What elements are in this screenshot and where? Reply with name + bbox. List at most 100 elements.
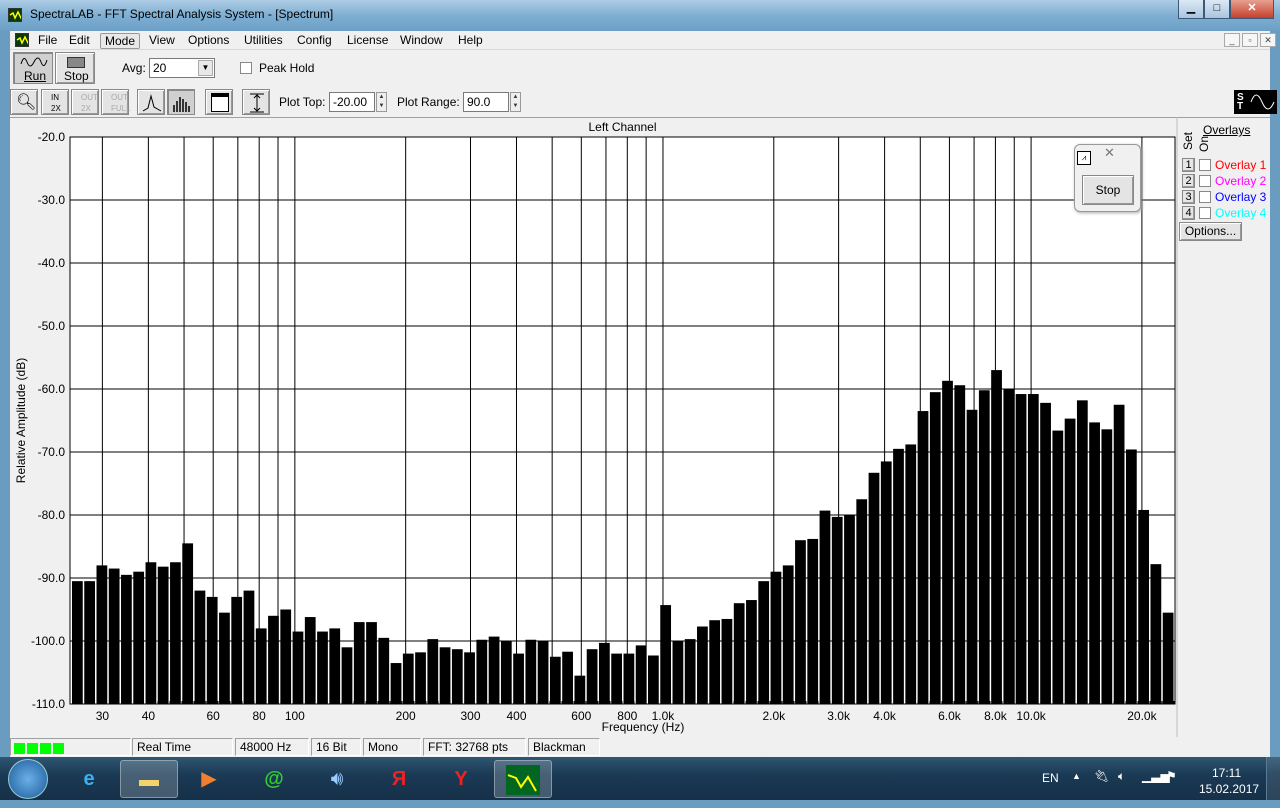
spectrum-bar (427, 639, 439, 704)
plot-range-input[interactable]: 90.0 (463, 92, 509, 112)
taskbar-explorer-icon[interactable]: ▬ (120, 760, 178, 798)
spectrum-bar (439, 647, 451, 704)
taskbar-mail-agent-icon[interactable]: @ (245, 760, 303, 798)
start-button[interactable] (8, 759, 48, 799)
scale-button[interactable] (242, 89, 270, 115)
spectrum-bar (121, 574, 132, 704)
line-mode-button[interactable] (137, 89, 165, 115)
spectrum-bar (1150, 564, 1162, 704)
run-button[interactable]: Run (13, 52, 53, 84)
peak-hold-checkbox[interactable] (240, 62, 252, 74)
language-indicator[interactable]: EN (1042, 771, 1059, 785)
panel-icon: ⩘ (1077, 151, 1091, 165)
spectrum-bar (206, 596, 218, 704)
mdi-minimize-button[interactable]: _ (1224, 33, 1240, 47)
maximize-button[interactable]: □ (1204, 0, 1230, 19)
menu-help[interactable]: Help (454, 33, 487, 49)
signal-type-button[interactable]: S T (1234, 90, 1277, 114)
stop-button[interactable]: Stop (55, 52, 95, 84)
status-bits: 16 Bit (311, 738, 361, 756)
level-meter (10, 738, 131, 756)
spectrum-bar (942, 380, 953, 704)
x-tick-label: 3.0k (827, 709, 851, 723)
taskbar-yandex-icon[interactable]: Я (370, 760, 428, 798)
menu-window[interactable]: Window (396, 33, 447, 49)
spectrum-bar (317, 631, 328, 704)
spectrum-bar (268, 615, 279, 704)
spectrum-bar (415, 652, 426, 704)
status-channels: Mono (363, 738, 421, 756)
zoom-in-button[interactable]: IN 2X (41, 89, 69, 115)
sine-icon (20, 57, 48, 67)
plot-top-spinner[interactable]: ▲ ▼ (376, 92, 387, 112)
clock-date[interactable]: 15.02.2017 (1199, 782, 1259, 796)
show-hidden-icons[interactable]: ▲ (1072, 771, 1081, 781)
spectrum-bar (672, 641, 684, 704)
stop-icon (67, 57, 85, 68)
menu-edit[interactable]: Edit (65, 33, 94, 49)
zoom-full-icon: OUT FULL (111, 93, 131, 113)
taskbar-speaker-app-icon[interactable]: 🔊︎ (308, 760, 366, 798)
avg-label: Avg: (122, 61, 146, 75)
mdi-restore-button[interactable]: ▫ (1242, 33, 1258, 47)
zoom-full-button[interactable]: OUT FULL (101, 89, 131, 115)
overlay-set-button-2[interactable]: 2 (1182, 174, 1195, 188)
app-icon[interactable] (8, 8, 22, 22)
menu-mode[interactable]: Mode (100, 33, 141, 49)
overlay-options-button[interactable]: Options... (1179, 222, 1242, 241)
spectrum-bar (831, 516, 843, 704)
display-settings-button[interactable] (205, 89, 233, 115)
action-center-icon[interactable]: ⚑ (1166, 769, 1177, 783)
stop-label: Stop (64, 69, 89, 83)
chevron-down-icon[interactable]: ▼ (198, 60, 213, 76)
zoom-out-button[interactable]: OUT 2X (71, 89, 99, 115)
y-axis-label: Relative Amplitude (dB) (14, 358, 28, 483)
mdi-close-button[interactable]: ✕ (1260, 33, 1276, 47)
overlay-set-button-3[interactable]: 3 (1182, 190, 1195, 204)
volume-icon[interactable]: 🔈︎ (1118, 769, 1125, 784)
avg-select[interactable]: 20 ▼ (149, 58, 215, 78)
taskbar-yandex-browser-icon[interactable]: Y (432, 760, 490, 798)
doc-icon[interactable] (15, 33, 29, 47)
plot-range-spinner[interactable]: ▲ ▼ (510, 92, 521, 112)
overlay-on-checkbox-4[interactable] (1199, 207, 1211, 219)
menu-config[interactable]: Config (293, 33, 336, 49)
zoom-button[interactable]: 🔍︎ (10, 89, 38, 115)
plot-top-input[interactable]: -20.00 (329, 92, 375, 112)
bar-mode-button[interactable] (167, 89, 195, 115)
magnifier-icon: 🔍︎ (16, 94, 37, 111)
overlay-label-3: Overlay 3 (1215, 190, 1267, 204)
st-label: S T (1237, 92, 1244, 112)
overlay-on-checkbox-2[interactable] (1199, 175, 1211, 187)
x-tick-label: 300 (460, 709, 480, 723)
overlay-on-checkbox-3[interactable] (1199, 191, 1211, 203)
overlay-on-checkbox-1[interactable] (1199, 159, 1211, 171)
y-tick-label: -50.0 (38, 319, 66, 333)
float-stop-button[interactable]: Stop (1082, 175, 1134, 205)
x-axis-label: Frequency (Hz) (602, 720, 685, 734)
menu-options[interactable]: Options (184, 33, 233, 49)
x-tick-label: 400 (506, 709, 526, 723)
x-tick-label: 600 (571, 709, 591, 723)
show-desktop-button[interactable] (1266, 757, 1280, 800)
overlay-set-button-1[interactable]: 1 (1182, 158, 1195, 172)
menu-view[interactable]: View (145, 33, 179, 49)
spectrum-bar (255, 628, 267, 704)
menu-file[interactable]: File (34, 33, 61, 49)
spectrum-chart[interactable]: -20.0 -30.0 -40.0 -50.0 -60.0 -70.0 -80.0 -90.0… (0, 117, 1180, 737)
overlay-set-button-4[interactable]: 4 (1182, 206, 1195, 220)
menu-utilities[interactable]: Utilities (240, 33, 287, 49)
spectrum-bar (72, 581, 83, 704)
taskbar-ie-icon[interactable]: e (60, 760, 118, 798)
close-button[interactable]: ✕ (1230, 0, 1274, 19)
spectrum-bar (807, 538, 819, 704)
x-tick-label: 20.0k (1127, 709, 1157, 723)
minimize-button[interactable]: ▁ (1178, 0, 1204, 19)
taskbar-spectralab-icon[interactable] (494, 760, 552, 798)
power-icon[interactable]: 🔌︎ (1094, 769, 1109, 783)
panel-close-icon[interactable]: ✕ (1104, 145, 1115, 161)
clock-time[interactable]: 17:11 (1212, 766, 1241, 780)
status-bar: Real Time 48000 Hz 16 Bit Mono FFT: 3276… (10, 737, 1270, 757)
menu-license[interactable]: License (343, 33, 392, 49)
taskbar-media-player-icon[interactable]: ▶ (180, 760, 238, 798)
